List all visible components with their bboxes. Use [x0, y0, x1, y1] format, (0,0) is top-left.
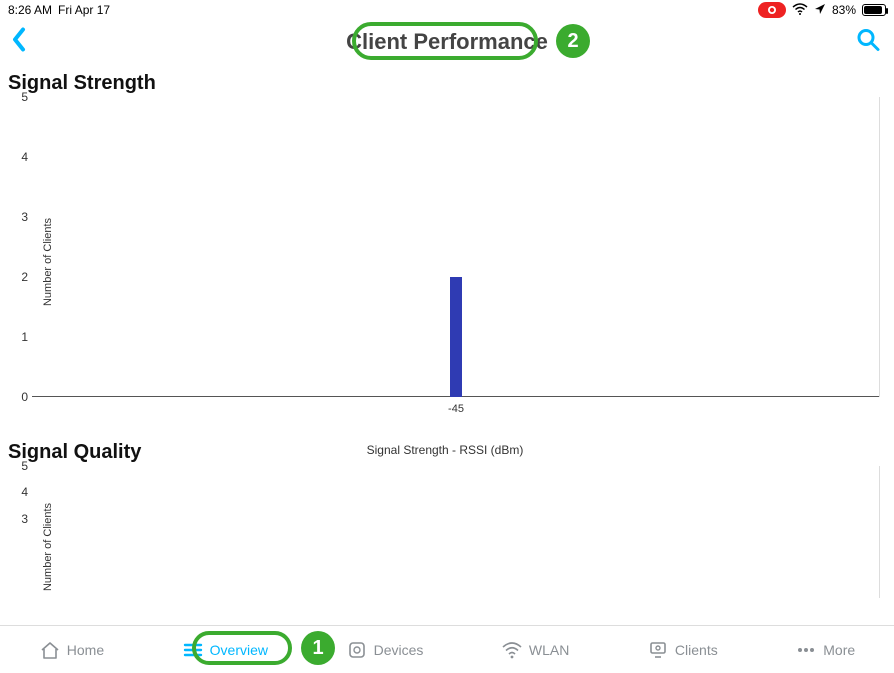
location-icon — [814, 3, 826, 18]
tab-label: Overview — [210, 642, 268, 658]
back-button[interactable] — [10, 26, 28, 59]
x-axis-label: Signal Strength - RSSI (dBm) — [6, 443, 884, 457]
status-time: 8:26 AM — [8, 3, 52, 17]
content-scroll[interactable]: Signal Strength Number of Clients 012345… — [0, 66, 894, 625]
tab-wlan[interactable]: WLAN — [489, 635, 581, 665]
menu-icon — [182, 639, 204, 661]
y-tick: 1 — [10, 330, 28, 344]
tab-home[interactable]: Home — [27, 635, 116, 665]
tab-label: Devices — [374, 642, 424, 658]
home-icon — [39, 639, 61, 661]
tab-label: WLAN — [529, 642, 569, 658]
tab-label: Clients — [675, 642, 718, 658]
clients-icon — [647, 639, 669, 661]
nav-bar: Client Performance — [0, 20, 894, 64]
y-tick: 2 — [10, 270, 28, 284]
tab-label: Home — [67, 642, 104, 658]
screen-record-indicator[interactable] — [758, 2, 786, 18]
callout-badge-2: 2 — [556, 24, 590, 58]
wifi-icon — [501, 639, 523, 661]
wifi-icon — [792, 3, 808, 18]
bar — [450, 277, 462, 397]
search-button[interactable] — [856, 28, 880, 57]
y-tick: 5 — [10, 90, 28, 104]
more-icon — [795, 639, 817, 661]
status-date: Fri Apr 17 — [58, 3, 110, 17]
chevron-left-icon — [10, 26, 28, 54]
tab-devices[interactable]: Devices — [334, 635, 436, 665]
tab-clients[interactable]: Clients — [635, 635, 730, 665]
y-tick: 5 — [10, 459, 28, 473]
page-title: Client Performance — [346, 29, 548, 55]
y-tick: 4 — [10, 150, 28, 164]
chart-signal-quality: Number of Clients 345 — [6, 466, 884, 625]
tab-more[interactable]: More — [783, 635, 867, 665]
tab-bar: Home Overview Devices WLAN Clients More — [0, 625, 894, 673]
y-tick: 3 — [10, 210, 28, 224]
x-tick: -45 — [448, 403, 464, 415]
y-tick: 3 — [10, 512, 28, 526]
tab-overview[interactable]: Overview — [170, 635, 280, 665]
y-tick: 0 — [10, 390, 28, 404]
battery-icon — [862, 4, 886, 16]
tab-label: More — [823, 642, 855, 658]
y-tick: 4 — [10, 485, 28, 499]
callout-badge-1: 1 — [301, 631, 335, 665]
search-icon — [856, 28, 880, 52]
battery-percentage: 83% — [832, 3, 856, 17]
status-bar: 8:26 AM Fri Apr 17 83% — [0, 0, 894, 20]
device-icon — [346, 639, 368, 661]
chart-signal-strength: Number of Clients 012345-45 Signal Stren… — [6, 97, 884, 427]
section-title-signal-strength: Signal Strength — [0, 66, 894, 95]
